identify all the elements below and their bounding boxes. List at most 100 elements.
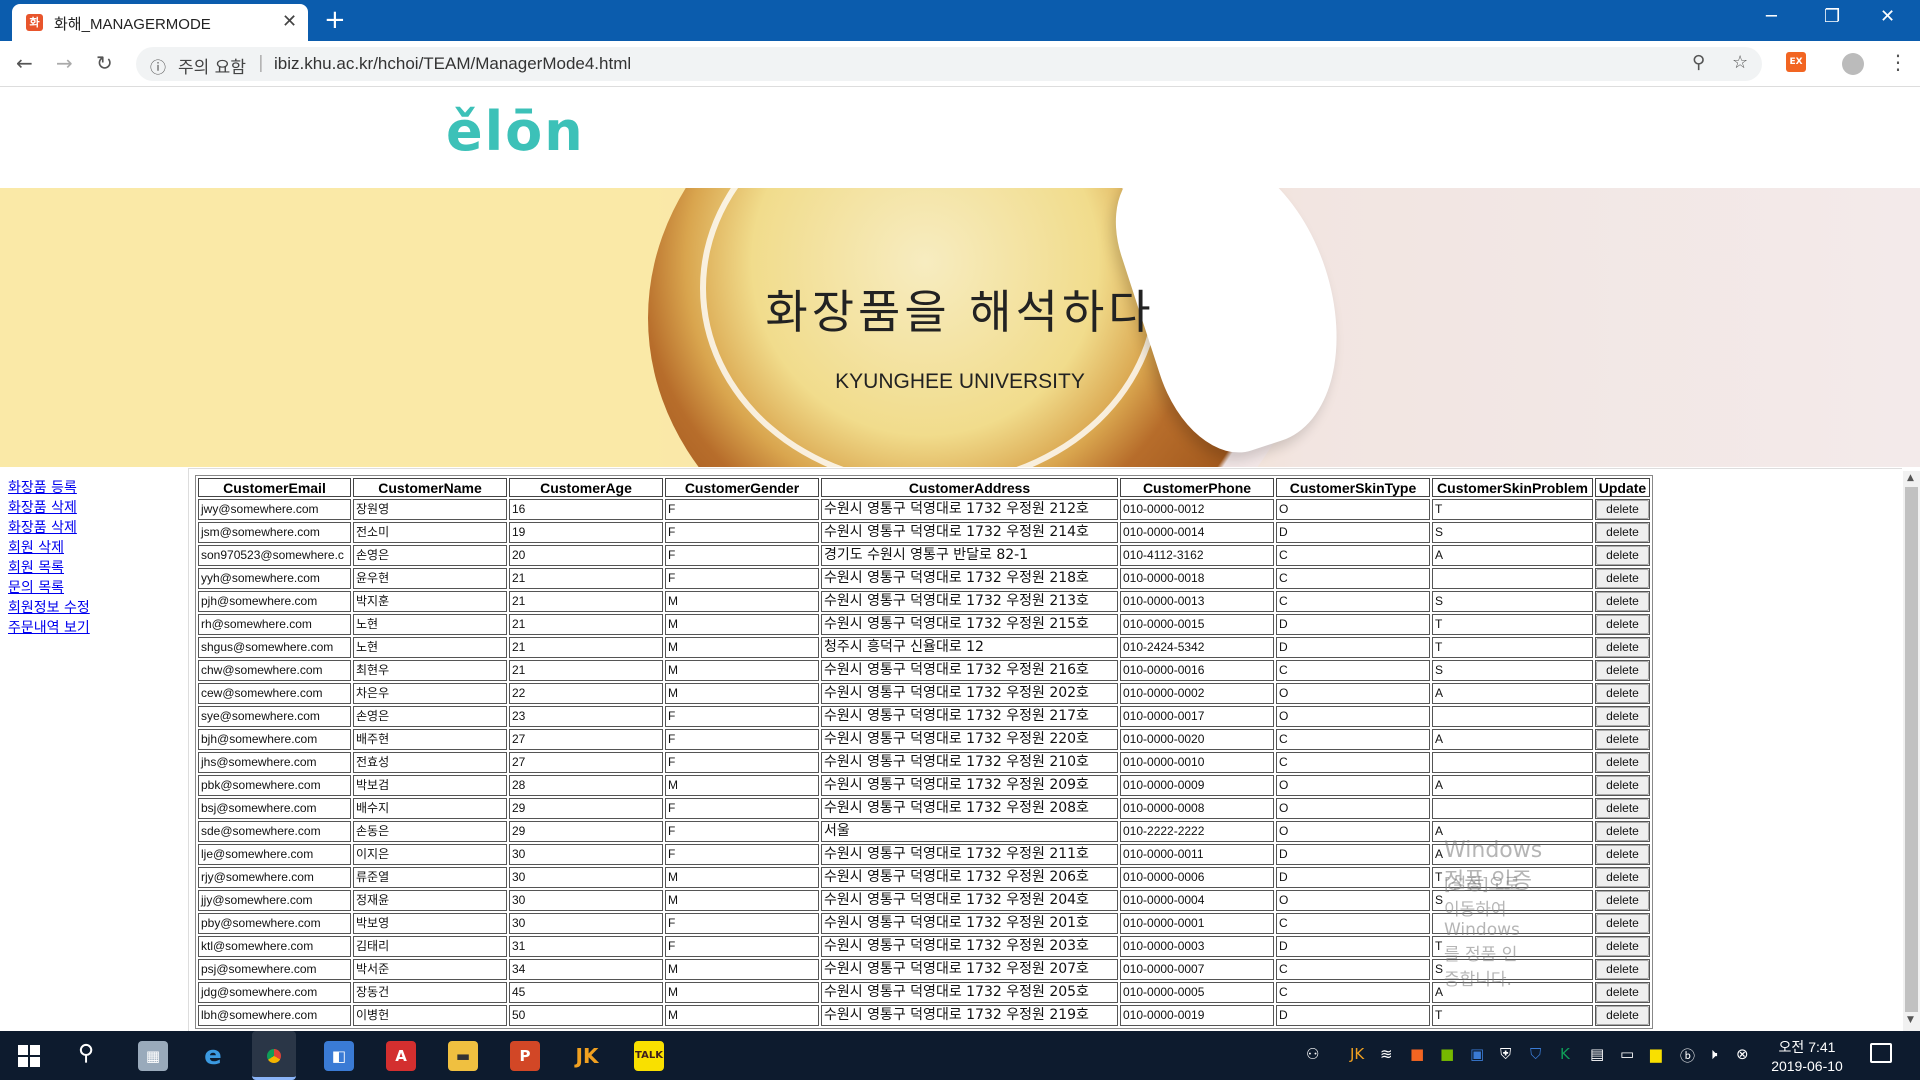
cell-phone[interactable]: 010-2222-2222 — [1120, 821, 1274, 842]
search-icon[interactable]: ⚲ — [78, 1041, 94, 1066]
cell-name[interactable]: 장동건 — [353, 982, 507, 1003]
cell-email[interactable]: pbk@somewhere.com — [198, 775, 351, 796]
cell-name[interactable]: 정재윤 — [353, 890, 507, 911]
menu-link-delete-cosmetic-2[interactable]: 화장품 삭제 — [8, 518, 90, 538]
cell-phone[interactable]: 010-0000-0008 — [1120, 798, 1274, 819]
menu-link-member-list[interactable]: 회원 목록 — [8, 558, 90, 578]
cell-phone[interactable]: 010-0000-0010 — [1120, 752, 1274, 773]
cell-skintype[interactable]: O — [1276, 775, 1430, 796]
new-tab-button[interactable]: + — [324, 5, 346, 35]
cell-address[interactable]: 수원시 영통구 덕영대로 1732 우정원 206호 — [821, 867, 1118, 888]
cell-name[interactable]: 윤우현 — [353, 568, 507, 589]
delete-button[interactable]: delete — [1596, 661, 1649, 680]
cell-name[interactable]: 이지은 — [353, 844, 507, 865]
cell-address[interactable]: 수원시 영통구 덕영대로 1732 우정원 218호 — [821, 568, 1118, 589]
cell-age[interactable]: 23 — [509, 706, 663, 727]
cell-skinproblem[interactable]: S — [1432, 522, 1593, 543]
cell-skintype[interactable]: D — [1276, 637, 1430, 658]
cell-email[interactable]: jsm@somewhere.com — [198, 522, 351, 543]
cell-name[interactable]: 김태리 — [353, 936, 507, 957]
close-window-icon[interactable]: ✕ — [1880, 6, 1895, 27]
delete-button[interactable]: delete — [1596, 914, 1649, 933]
cell-email[interactable]: sye@somewhere.com — [198, 706, 351, 727]
cell-address[interactable]: 청주시 흥덕구 신율대로 12 — [821, 637, 1118, 658]
kakaotalk-icon[interactable]: TALK — [634, 1041, 664, 1071]
cell-skintype[interactable]: C — [1276, 982, 1430, 1003]
cell-name[interactable]: 전효성 — [353, 752, 507, 773]
bookmark-star-icon[interactable]: ☆ — [1732, 52, 1748, 73]
cell-age[interactable]: 29 — [509, 798, 663, 819]
cell-gender[interactable]: M — [665, 890, 819, 911]
cell-skinproblem[interactable]: A — [1432, 775, 1593, 796]
cell-name[interactable]: 장원영 — [353, 499, 507, 520]
delete-button[interactable]: delete — [1596, 592, 1649, 611]
cell-gender[interactable]: F — [665, 729, 819, 750]
menu-link-edit-member[interactable]: 회원정보 수정 — [8, 598, 90, 618]
cell-address[interactable]: 수원시 영통구 덕영대로 1732 우정원 205호 — [821, 982, 1118, 1003]
cell-age[interactable]: 34 — [509, 959, 663, 980]
delete-button[interactable]: delete — [1596, 983, 1649, 1002]
acrobat-icon[interactable]: A — [386, 1041, 416, 1071]
cell-name[interactable]: 노현 — [353, 614, 507, 635]
cell-name[interactable]: 차은우 — [353, 683, 507, 704]
cell-phone[interactable]: 010-0000-0004 — [1120, 890, 1274, 911]
reload-icon[interactable]: ↻ — [96, 51, 113, 75]
cell-gender[interactable]: F — [665, 522, 819, 543]
cell-email[interactable]: jwy@somewhere.com — [198, 499, 351, 520]
delete-button[interactable]: delete — [1596, 937, 1649, 956]
windows-start-icon[interactable] — [18, 1045, 40, 1067]
cell-gender[interactable]: F — [665, 798, 819, 819]
cell-age[interactable]: 29 — [509, 821, 663, 842]
cell-skinproblem[interactable]: S — [1432, 591, 1593, 612]
cell-age[interactable]: 30 — [509, 913, 663, 934]
delete-button[interactable]: delete — [1596, 730, 1649, 749]
cell-email[interactable]: bjh@somewhere.com — [198, 729, 351, 750]
cell-name[interactable]: 이병헌 — [353, 1005, 507, 1026]
tray-network-icon[interactable]: ▣ — [1470, 1045, 1484, 1063]
cell-name[interactable]: 배주현 — [353, 729, 507, 750]
cell-phone[interactable]: 010-0000-0013 — [1120, 591, 1274, 612]
cell-skintype[interactable]: D — [1276, 844, 1430, 865]
close-tab-icon[interactable]: ✕ — [282, 11, 297, 32]
delete-button[interactable]: delete — [1596, 799, 1649, 818]
tray-app-icon[interactable]: ■ — [1410, 1045, 1424, 1063]
cell-skintype[interactable]: C — [1276, 660, 1430, 681]
cell-skinproblem[interactable]: A — [1432, 545, 1593, 566]
cell-phone[interactable]: 010-0000-0001 — [1120, 913, 1274, 934]
extension-icon[interactable]: EX — [1786, 52, 1806, 72]
cell-address[interactable]: 수원시 영통구 덕영대로 1732 우정원 212호 — [821, 499, 1118, 520]
cell-address[interactable]: 경기도 수원시 영통구 반달로 82-1 — [821, 545, 1118, 566]
cell-skintype[interactable]: O — [1276, 499, 1430, 520]
cell-gender[interactable]: F — [665, 499, 819, 520]
cell-gender[interactable]: M — [665, 1005, 819, 1026]
cell-gender[interactable]: M — [665, 775, 819, 796]
cell-skinproblem[interactable] — [1432, 798, 1593, 819]
delete-button[interactable]: delete — [1596, 523, 1649, 542]
cell-age[interactable]: 21 — [509, 660, 663, 681]
tray-close-icon[interactable]: ⊗ — [1736, 1045, 1749, 1063]
cell-name[interactable]: 손동은 — [353, 821, 507, 842]
cell-gender[interactable]: M — [665, 683, 819, 704]
profile-avatar-icon[interactable] — [1842, 53, 1864, 75]
menu-dots-icon[interactable]: ⋮ — [1888, 50, 1908, 74]
jk-icon[interactable]: JK — [572, 1041, 602, 1071]
cell-address[interactable]: 수원시 영통구 덕영대로 1732 우정원 211호 — [821, 844, 1118, 865]
tray-b-icon[interactable]: ⓑ — [1680, 1045, 1695, 1066]
scroll-up-arrow-icon[interactable]: ▲ — [1907, 473, 1914, 483]
cell-phone[interactable]: 010-0000-0018 — [1120, 568, 1274, 589]
cell-gender[interactable]: F — [665, 568, 819, 589]
info-icon[interactable]: ⓘ — [150, 54, 166, 78]
cell-skinproblem[interactable]: A — [1432, 729, 1593, 750]
explorer-icon[interactable]: ▬ — [448, 1041, 478, 1071]
cell-email[interactable]: cew@somewhere.com — [198, 683, 351, 704]
cell-address[interactable]: 수원시 영통구 덕영대로 1732 우정원 216호 — [821, 660, 1118, 681]
cell-gender[interactable]: F — [665, 706, 819, 727]
cell-address[interactable]: 수원시 영통구 덕영대로 1732 우정원 207호 — [821, 959, 1118, 980]
cell-phone[interactable]: 010-2424-5342 — [1120, 637, 1274, 658]
cell-skintype[interactable]: O — [1276, 798, 1430, 819]
app-icon[interactable]: ◧ — [324, 1041, 354, 1071]
delete-button[interactable]: delete — [1596, 776, 1649, 795]
cell-email[interactable]: yyh@somewhere.com — [198, 568, 351, 589]
delete-button[interactable]: delete — [1596, 707, 1649, 726]
cell-address[interactable]: 수원시 영통구 덕영대로 1732 우정원 203호 — [821, 936, 1118, 957]
